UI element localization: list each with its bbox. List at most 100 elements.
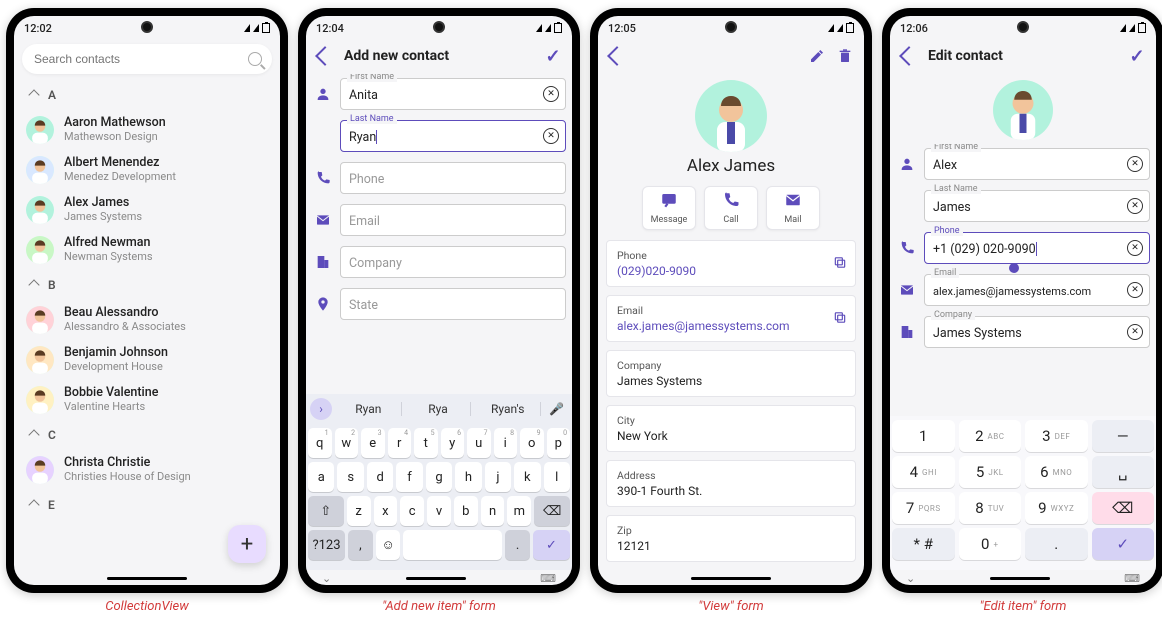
text-caret-handle[interactable]	[1009, 263, 1019, 273]
key[interactable]: b	[454, 496, 478, 526]
key[interactable]: n	[481, 496, 505, 526]
numpad-key[interactable]: 2ABC	[959, 420, 1022, 452]
key[interactable]: 0p	[547, 428, 571, 458]
confirm-button[interactable]: ✓	[1128, 47, 1146, 65]
contact-row[interactable]: Alex James James Systems	[20, 190, 274, 230]
clear-button[interactable]: ✕	[543, 128, 559, 144]
numpad-key[interactable]: * #	[892, 528, 955, 560]
clear-button[interactable]: ✕	[1127, 324, 1143, 340]
key-comma[interactable]: ,	[348, 530, 373, 560]
key-period[interactable]: .	[505, 530, 530, 560]
key[interactable]: d	[367, 462, 393, 492]
key[interactable]: 7u	[467, 428, 491, 458]
collapse-kb-icon[interactable]: ⌄	[322, 572, 331, 585]
key[interactable]: 8i	[494, 428, 518, 458]
action-call[interactable]: Call	[704, 186, 758, 230]
numpad-key[interactable]: 7PQRS	[892, 492, 955, 524]
contact-row[interactable]: Aaron Mathewson Mathewson Design	[20, 110, 274, 150]
key-enter[interactable]: ✓	[533, 530, 570, 560]
key[interactable]: x	[374, 496, 398, 526]
search-input[interactable]	[32, 51, 248, 67]
key[interactable]: v	[427, 496, 451, 526]
suggestion[interactable]: Rya	[406, 402, 472, 416]
back-button[interactable]	[316, 47, 334, 65]
clear-button[interactable]: ✕	[1127, 198, 1143, 214]
info-value[interactable]: (029)020-9090	[617, 264, 827, 278]
numpad-key[interactable]: 4GHI	[892, 456, 955, 488]
key[interactable]: 5t	[414, 428, 438, 458]
clear-button[interactable]: ✕	[1127, 282, 1143, 298]
key[interactable]: 4r	[388, 428, 412, 458]
phone-field[interactable]: Phone	[340, 162, 566, 194]
state-field[interactable]: State	[340, 288, 566, 320]
phone-field[interactable]: Phone +1 (029) 020-9090 ✕	[924, 232, 1150, 264]
email-field[interactable]: Email alex.james@jamessystems.com ✕	[924, 274, 1150, 306]
contact-row[interactable]: Christa Christie Christies House of Desi…	[20, 450, 274, 490]
key[interactable]: g	[426, 462, 452, 492]
add-contact-fab[interactable]: +	[228, 525, 266, 563]
clear-button[interactable]: ✕	[1127, 240, 1143, 256]
expand-suggestions[interactable]: ›	[310, 398, 332, 420]
key[interactable]: j	[485, 462, 511, 492]
action-message[interactable]: Message	[642, 186, 696, 230]
key[interactable]: f	[396, 462, 422, 492]
numpad-key[interactable]: —	[1092, 420, 1155, 452]
key[interactable]: 3e	[361, 428, 385, 458]
info-value[interactable]: alex.james@jamessystems.com	[617, 319, 827, 333]
numpad-key[interactable]: 3DEF	[1025, 420, 1088, 452]
key[interactable]: s	[337, 462, 363, 492]
numpad-key[interactable]: 9WXYZ	[1025, 492, 1088, 524]
contact-avatar[interactable]	[993, 80, 1053, 140]
keyboard-switch-icon[interactable]: ⌨	[540, 572, 556, 585]
numpad-key[interactable]: 6MNO	[1025, 456, 1088, 488]
clear-button[interactable]: ✕	[1127, 156, 1143, 172]
key[interactable]: 6y	[441, 428, 465, 458]
suggestion[interactable]: Ryan's	[475, 402, 541, 416]
key-symbols[interactable]: ?123	[308, 530, 345, 560]
collapse-kb-icon[interactable]: ⌄	[906, 572, 915, 585]
key[interactable]: 9o	[520, 428, 544, 458]
mic-icon[interactable]: 🎤	[545, 402, 568, 416]
contact-row[interactable]: Beau Alessandro Alessandro & Associates	[20, 300, 274, 340]
keyboard-switch-icon[interactable]: ⌨	[1124, 572, 1140, 585]
key-space[interactable]	[403, 530, 502, 560]
key[interactable]: 1q	[308, 428, 332, 458]
first-name-field[interactable]: First Name Anita ✕	[340, 78, 566, 110]
company-field[interactable]: Company James Systems ✕	[924, 316, 1150, 348]
contact-row[interactable]: Benjamin Johnson Development House	[20, 340, 274, 380]
key[interactable]: z	[347, 496, 371, 526]
copy-button[interactable]	[833, 310, 847, 327]
key[interactable]: ⇧	[308, 496, 344, 526]
back-button[interactable]	[608, 47, 626, 65]
contact-row[interactable]: Bobbie Valentine Valentine Hearts	[20, 380, 274, 420]
delete-button[interactable]	[836, 47, 854, 65]
numpad-key[interactable]: 1	[892, 420, 955, 452]
numpad-key[interactable]: .	[1025, 528, 1088, 560]
numpad-key[interactable]: ⌫	[1092, 492, 1155, 524]
numpad-key[interactable]: 0+	[959, 528, 1022, 560]
section-header[interactable]: C	[20, 420, 274, 450]
contact-list[interactable]: A Aaron Mathewson Mathewson Design Alber…	[14, 80, 280, 585]
numpad-key[interactable]: 5JKL	[959, 456, 1022, 488]
section-header[interactable]: A	[20, 80, 274, 110]
key[interactable]: 2w	[335, 428, 359, 458]
key[interactable]: ⌫	[534, 496, 570, 526]
numpad-key[interactable]: ␣	[1092, 456, 1155, 488]
email-field[interactable]: Email	[340, 204, 566, 236]
search-box[interactable]	[22, 44, 272, 74]
company-field[interactable]: Company	[340, 246, 566, 278]
key[interactable]: a	[308, 462, 334, 492]
back-button[interactable]	[900, 47, 918, 65]
key-emoji[interactable]: ☺	[376, 530, 401, 560]
numpad-key[interactable]: 8TUV	[959, 492, 1022, 524]
contact-row[interactable]: Albert Menendez Menedez Development	[20, 150, 274, 190]
copy-button[interactable]	[833, 255, 847, 272]
action-mail[interactable]: Mail	[766, 186, 820, 230]
numpad-key[interactable]: ✓	[1092, 528, 1155, 560]
clear-button[interactable]: ✕	[543, 86, 559, 102]
section-header[interactable]: B	[20, 270, 274, 300]
last-name-field[interactable]: Last Name Ryan ✕	[340, 120, 566, 152]
contact-row[interactable]: Alfred Newman Newman Systems	[20, 230, 274, 270]
suggestion[interactable]: Ryan	[336, 402, 402, 416]
key[interactable]: c	[400, 496, 424, 526]
